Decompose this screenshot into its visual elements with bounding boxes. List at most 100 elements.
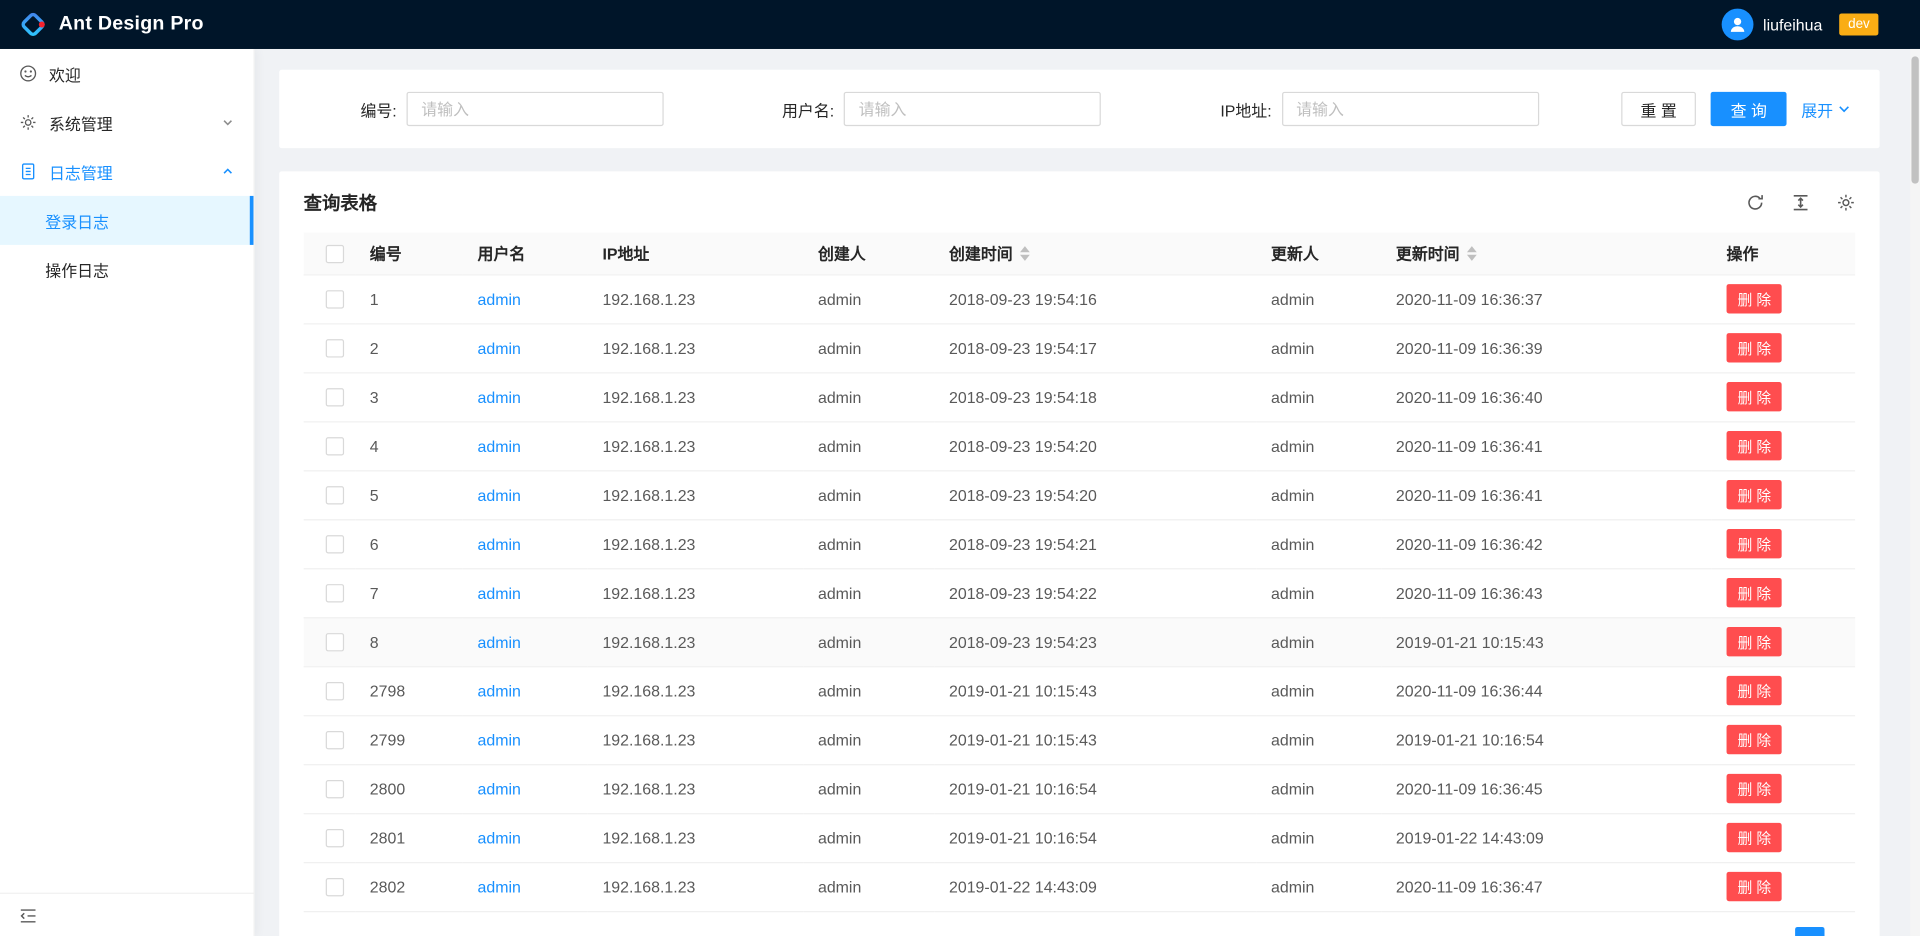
sidebar-item-operation-log[interactable]: 操作日志 — [0, 245, 253, 294]
row-checkbox[interactable] — [326, 878, 344, 896]
row-checkbox[interactable] — [326, 290, 344, 308]
username-link[interactable]: admin — [478, 730, 521, 748]
sorter-icon[interactable] — [1020, 246, 1030, 261]
table-toolbar — [1746, 193, 1855, 211]
delete-button[interactable]: 删 除 — [1727, 676, 1783, 705]
username-link[interactable]: admin — [478, 388, 521, 406]
delete-button[interactable]: 删 除 — [1727, 774, 1783, 803]
select-all-checkbox[interactable] — [326, 245, 344, 263]
expand-link[interactable]: 展开 — [1801, 97, 1850, 120]
delete-button[interactable]: 删 除 — [1727, 823, 1783, 852]
sidebar-item-system-management[interactable]: 系统管理 — [0, 98, 253, 147]
delete-button[interactable]: 删 除 — [1727, 431, 1783, 460]
username-link[interactable]: admin — [478, 681, 521, 699]
row-checkbox[interactable] — [326, 437, 344, 455]
cell-id: 2798 — [355, 666, 463, 715]
username-link[interactable]: admin — [478, 339, 521, 357]
cell-ip: 192.168.1.23 — [588, 617, 804, 666]
sidebar-item-welcome[interactable]: 欢迎 — [0, 49, 253, 98]
row-checkbox[interactable] — [326, 731, 344, 749]
field-id: 编号: — [309, 92, 746, 126]
username-link[interactable]: admin — [478, 583, 521, 601]
pagination-active-page[interactable] — [1795, 927, 1824, 936]
user-name[interactable]: liufeihua — [1763, 15, 1822, 33]
id-input[interactable] — [407, 92, 664, 126]
username-link[interactable]: admin — [478, 486, 521, 504]
cell-creator: admin — [803, 519, 934, 568]
username-link[interactable]: admin — [478, 632, 521, 650]
delete-button[interactable]: 删 除 — [1727, 578, 1783, 607]
logo[interactable]: Ant Design Pro — [17, 9, 204, 41]
cell-updater: admin — [1256, 862, 1381, 911]
delete-button[interactable]: 删 除 — [1727, 333, 1783, 362]
username-input[interactable] — [844, 92, 1101, 126]
cell-id: 2800 — [355, 764, 463, 813]
cell-ip: 192.168.1.23 — [588, 666, 804, 715]
username-link[interactable]: admin — [478, 437, 521, 455]
table-row: 7 admin 192.168.1.23 admin 2018-09-23 19… — [304, 568, 1855, 617]
field-username: 用户名: — [746, 92, 1183, 126]
cell-updated-time: 2020-11-09 16:36:47 — [1381, 862, 1712, 911]
cell-updater: admin — [1256, 519, 1381, 568]
row-checkbox[interactable] — [326, 486, 344, 504]
reload-icon[interactable] — [1746, 193, 1764, 211]
row-checkbox[interactable] — [326, 633, 344, 651]
cell-updated-time: 2019-01-21 10:16:54 — [1381, 715, 1712, 764]
cell-id: 7 — [355, 568, 463, 617]
delete-button[interactable]: 删 除 — [1727, 529, 1783, 558]
username-link[interactable]: admin — [478, 877, 521, 895]
cell-created-time: 2018-09-23 19:54:22 — [934, 568, 1256, 617]
table-row: 1 admin 192.168.1.23 admin 2018-09-23 19… — [304, 274, 1855, 323]
column-header-action: 操作 — [1712, 233, 1855, 275]
reset-button[interactable]: 重 置 — [1621, 92, 1696, 126]
scrollbar-track — [1910, 49, 1920, 936]
cell-ip: 192.168.1.23 — [588, 470, 804, 519]
field-ip: IP地址: — [1183, 92, 1620, 126]
sidebar-item-label: 登录日志 — [45, 209, 109, 232]
sidebar-item-label: 系统管理 — [49, 111, 222, 134]
row-checkbox[interactable] — [326, 682, 344, 700]
sidebar-item-login-log[interactable]: 登录日志 — [0, 196, 253, 245]
cell-ip: 192.168.1.23 — [588, 568, 804, 617]
delete-button[interactable]: 删 除 — [1727, 480, 1783, 509]
sidebar-item-label: 日志管理 — [49, 160, 222, 183]
cell-updated-time: 2020-11-09 16:36:41 — [1381, 421, 1712, 470]
table-row: 5 admin 192.168.1.23 admin 2018-09-23 19… — [304, 470, 1855, 519]
avatar[interactable] — [1721, 9, 1753, 41]
cell-created-time: 2018-09-23 19:54:18 — [934, 372, 1256, 421]
username-link[interactable]: admin — [478, 779, 521, 797]
table-row: 3 admin 192.168.1.23 admin 2018-09-23 19… — [304, 372, 1855, 421]
delete-button[interactable]: 删 除 — [1727, 627, 1783, 656]
scrollbar-thumb[interactable] — [1911, 56, 1918, 183]
username-link[interactable]: admin — [478, 534, 521, 552]
username-link[interactable]: admin — [478, 290, 521, 308]
row-checkbox[interactable] — [326, 535, 344, 553]
cell-creator: admin — [803, 421, 934, 470]
column-height-icon[interactable] — [1791, 193, 1809, 211]
sidebar-item-log-management[interactable]: 日志管理 — [0, 147, 253, 196]
row-checkbox[interactable] — [326, 829, 344, 847]
row-checkbox[interactable] — [326, 584, 344, 602]
table-body: 1 admin 192.168.1.23 admin 2018-09-23 19… — [304, 274, 1855, 911]
row-checkbox[interactable] — [326, 339, 344, 357]
cell-ip: 192.168.1.23 — [588, 274, 804, 323]
delete-button[interactable]: 删 除 — [1727, 382, 1783, 411]
app-title: Ant Design Pro — [59, 13, 204, 35]
ip-input[interactable] — [1281, 92, 1538, 126]
settings-gear-icon[interactable] — [1837, 193, 1855, 211]
row-checkbox[interactable] — [326, 780, 344, 798]
query-button[interactable]: 查 询 — [1711, 92, 1786, 126]
cell-ip: 192.168.1.23 — [588, 715, 804, 764]
row-checkbox[interactable] — [326, 388, 344, 406]
sorter-icon[interactable] — [1467, 246, 1477, 261]
delete-button[interactable]: 删 除 — [1727, 725, 1783, 754]
menu-fold-icon[interactable] — [20, 907, 37, 924]
user-icon — [1728, 15, 1748, 35]
cell-updated-time: 2020-11-09 16:36:39 — [1381, 323, 1712, 372]
column-header-id: 编号 — [355, 233, 463, 275]
username-link[interactable]: admin — [478, 828, 521, 846]
delete-button[interactable]: 删 除 — [1727, 872, 1783, 901]
chevron-down-icon — [222, 116, 234, 128]
cell-updated-time: 2019-01-21 10:15:43 — [1381, 617, 1712, 666]
delete-button[interactable]: 删 除 — [1727, 284, 1783, 313]
